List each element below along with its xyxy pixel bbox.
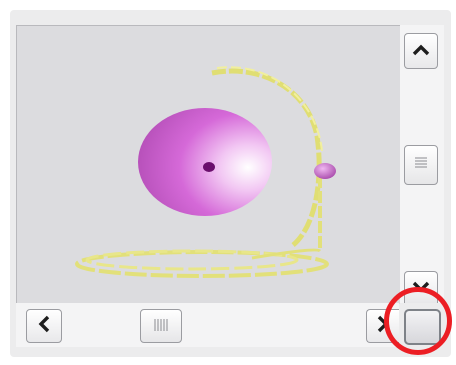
chevron-left-icon [37,314,51,338]
horizontal-scrollbar[interactable] [16,303,399,347]
vertical-scrollbar[interactable] [400,25,444,303]
horizontal-scroll-thumb[interactable] [140,309,182,343]
sphere [138,108,272,216]
sphere-center-dot [203,162,215,172]
chevron-up-icon [411,42,431,61]
vertical-scroll-thumb[interactable] [404,145,438,185]
scene-viewport[interactable] [16,25,400,304]
3d-scene-icon [75,66,336,278]
grip-vertical-icon [153,317,169,336]
highlight-circle [384,287,452,355]
grip-horizontal-icon [414,155,428,175]
scroll-left-button[interactable] [26,309,62,343]
scroll-up-button[interactable] [404,33,438,69]
bead [314,163,336,179]
